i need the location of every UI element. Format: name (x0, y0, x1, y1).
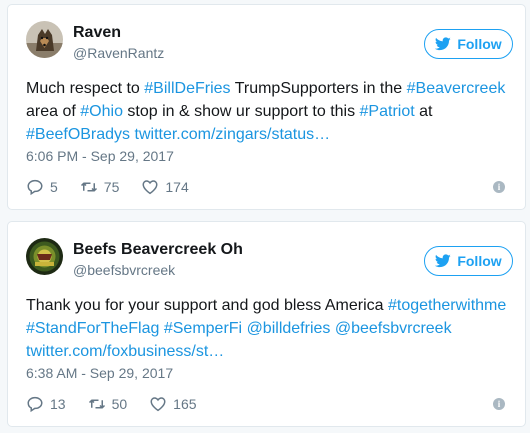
reply-count: 5 (50, 179, 58, 195)
avatar[interactable] (26, 238, 63, 275)
like-icon (142, 180, 158, 195)
tweet-link[interactable]: #Patriot (360, 103, 415, 120)
twitter-bird-icon (435, 254, 452, 268)
tweet-link[interactable]: #StandForTheFlag (26, 320, 159, 337)
timestamp[interactable]: 6:06 PM - Sep 29, 2017 (26, 148, 174, 164)
tweet-text-segment: stop in & show ur support to this (122, 103, 360, 120)
tweet-link[interactable]: #Beavercreek (407, 80, 506, 97)
tweet-card[interactable]: Raven @RavenRantz Follow Much respect to… (7, 4, 526, 210)
user-handle[interactable]: @RavenRantz (73, 45, 164, 61)
tweet-actions: 13 50 165 (26, 395, 219, 413)
like-button[interactable]: 165 (149, 395, 197, 413)
tweet-text-segment: TrumpSupporters in the (230, 80, 407, 97)
tweet-link[interactable]: #BillDeFries (144, 80, 230, 97)
follow-button[interactable]: Follow (424, 246, 513, 276)
info-icon[interactable]: i (493, 398, 505, 410)
tweet-text-segment: Thank you for your support and god bless… (26, 297, 388, 314)
retweet-button[interactable]: 50 (88, 395, 128, 413)
follow-label: Follow (457, 36, 502, 52)
tweet-link[interactable]: #SemperFi (164, 320, 242, 337)
retweet-count: 50 (111, 396, 128, 412)
follow-button[interactable]: Follow (424, 29, 513, 59)
tweet-link[interactable]: #togetherwithme (388, 297, 506, 314)
tweet-text-segment: Much respect to (26, 80, 145, 97)
retweet-icon (80, 182, 97, 192)
tweet-actions: 5 75 174 (26, 178, 211, 196)
user-handle[interactable]: @beefsbvrcreek (73, 262, 175, 278)
like-count: 165 (173, 396, 197, 412)
tweet-link[interactable]: @billdefries (247, 320, 331, 337)
like-button[interactable]: 174 (141, 178, 189, 196)
user-name[interactable]: Raven (73, 24, 121, 42)
reply-button[interactable]: 13 (26, 395, 66, 413)
info-icon[interactable]: i (493, 181, 505, 193)
tweet-link[interactable]: twitter.com/foxbusiness/st… (26, 343, 224, 360)
user-name[interactable]: Beefs Beavercreek Oh (73, 241, 243, 259)
retweet-icon (88, 399, 105, 409)
like-count: 174 (165, 179, 189, 195)
follow-label: Follow (457, 253, 502, 269)
retweet-count: 75 (103, 179, 120, 195)
tweet-link[interactable]: twitter.com/zingars/status… (135, 126, 331, 143)
tweet-card[interactable]: Beefs Beavercreek Oh @beefsbvrcreek Foll… (7, 221, 526, 427)
retweet-button[interactable]: 75 (80, 178, 120, 196)
like-icon (150, 397, 166, 412)
tweet-text: Thank you for your support and god bless… (26, 294, 516, 363)
tweet-text: Much respect to #BillDeFries TrumpSuppor… (26, 77, 516, 146)
reply-icon (27, 396, 43, 413)
reply-button[interactable]: 5 (26, 178, 58, 196)
twitter-bird-icon (435, 37, 452, 51)
tweet-text-segment: area of (26, 103, 81, 120)
tweet-link[interactable]: #Ohio (80, 103, 123, 120)
avatar[interactable] (26, 21, 63, 58)
tweet-link[interactable]: @beefsbvrcreek (335, 320, 452, 337)
tweet-text-segment: at (414, 103, 433, 120)
tweet-link[interactable]: #BeefOBradys (26, 126, 130, 143)
timestamp[interactable]: 6:38 AM - Sep 29, 2017 (26, 365, 173, 381)
reply-icon (27, 179, 43, 196)
reply-count: 13 (50, 396, 66, 412)
